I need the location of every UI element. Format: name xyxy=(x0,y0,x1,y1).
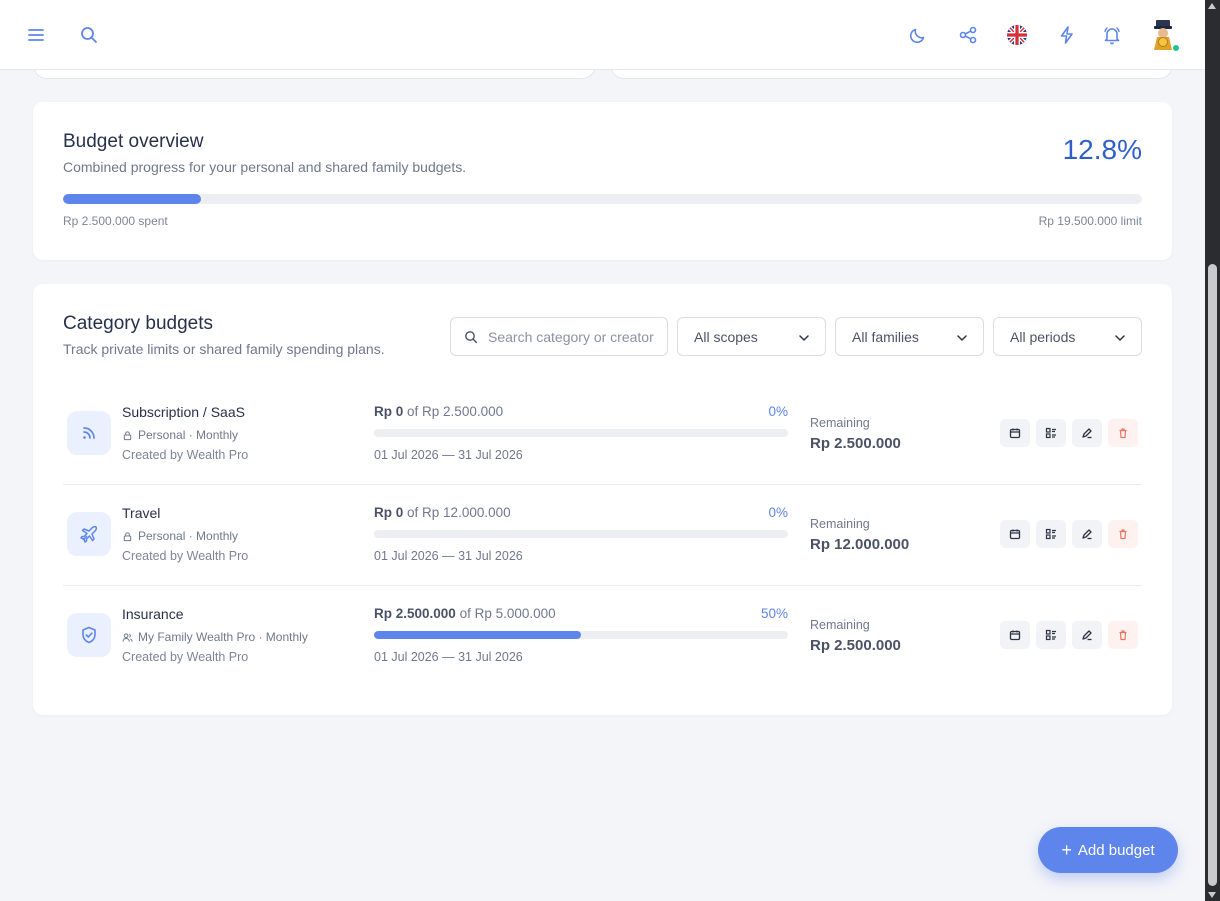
budget-percent: 0% xyxy=(768,404,788,419)
remaining-amount: Rp 2.500.000 xyxy=(810,435,901,452)
chevron-down-icon xyxy=(799,335,809,341)
plus-icon: + xyxy=(1061,840,1072,860)
remaining-label: Remaining xyxy=(810,618,870,632)
trash-icon[interactable] xyxy=(1108,419,1138,447)
add-budget-button[interactable]: + Add budget xyxy=(1038,827,1178,873)
scope-filter-select[interactable]: All scopes xyxy=(677,317,826,356)
trash-icon[interactable] xyxy=(1108,520,1138,548)
category-meta: Personal · Monthly xyxy=(122,428,238,442)
overview-title: Budget overview xyxy=(63,131,204,152)
calendar-icon[interactable] xyxy=(1000,621,1030,649)
category-scope-period: My Family Wealth Pro · Monthly xyxy=(138,630,308,644)
transactions-icon[interactable] xyxy=(1036,621,1066,649)
category-created-by: Created by Wealth Pro xyxy=(122,549,249,563)
budget-progress-track xyxy=(374,429,788,437)
category-scope-period: Personal · Monthly xyxy=(138,428,239,442)
category-scope-period: Personal · Monthly xyxy=(138,529,239,543)
budget-row: Travel Personal · Monthly Created by Wea… xyxy=(63,485,1142,586)
budget-row: Subscription / SaaS Personal · Monthly C… xyxy=(63,384,1142,485)
users-icon xyxy=(122,632,133,642)
remaining-label: Remaining xyxy=(810,517,870,531)
category-created-by: Created by Wealth Pro xyxy=(122,448,249,462)
category-name: Travel xyxy=(122,505,161,521)
category-meta: My Family Wealth Pro · Monthly xyxy=(122,630,308,644)
overview-progress-track xyxy=(63,194,1142,204)
budget-percent: 50% xyxy=(760,606,788,621)
transactions-icon[interactable] xyxy=(1036,520,1066,548)
calendar-icon[interactable] xyxy=(1000,520,1030,548)
family-filter-select[interactable]: All families xyxy=(835,317,984,356)
budget-period-dates: 01 Jul 2026 — 31 Jul 2026 xyxy=(374,650,523,664)
period-filter-value: All periods xyxy=(1010,329,1076,345)
overview-limit: Rp 19.500.000 limit xyxy=(1038,214,1142,228)
edit-icon[interactable] xyxy=(1072,520,1102,548)
category-name: Insurance xyxy=(122,606,184,622)
search-input[interactable] xyxy=(488,327,658,347)
total-amount: of Rp 12.000.000 xyxy=(407,505,511,520)
category-budgets-subtitle: Track private limits or shared family sp… xyxy=(63,341,385,357)
search-icon[interactable] xyxy=(75,21,103,49)
add-budget-label: Add budget xyxy=(1077,841,1155,859)
budget-amount: Rp 0 of Rp 12.000.000 xyxy=(374,505,511,520)
budget-amount: Rp 2.500.000 of Rp 5.000.000 xyxy=(374,606,556,621)
plane-icon xyxy=(67,512,111,556)
budget-progress-fill xyxy=(374,631,581,639)
category-budgets-card: Category budgets Track private limits or… xyxy=(33,284,1172,715)
spent-amount: Rp 0 xyxy=(374,505,404,520)
chevron-down-icon xyxy=(957,335,967,341)
remaining-label: Remaining xyxy=(810,416,870,430)
menu-icon[interactable] xyxy=(22,21,50,49)
budget-percent: 0% xyxy=(768,505,788,520)
budget-period-dates: 01 Jul 2026 — 31 Jul 2026 xyxy=(374,549,523,563)
shield-check-icon xyxy=(67,613,111,657)
category-name: Subscription / SaaS xyxy=(122,404,245,420)
rss-icon xyxy=(67,411,111,455)
transactions-icon[interactable] xyxy=(1036,419,1066,447)
overview-percent: 12.8% xyxy=(1062,134,1142,165)
calendar-icon[interactable] xyxy=(1000,419,1030,447)
budget-row: Insurance My Family Wealth Pro · Monthly… xyxy=(63,586,1142,687)
edit-icon[interactable] xyxy=(1072,419,1102,447)
total-amount: of Rp 2.500.000 xyxy=(407,404,504,419)
overview-subtitle: Combined progress for your personal and … xyxy=(63,159,467,175)
budget-amount: Rp 0 of Rp 2.500.000 xyxy=(374,404,503,419)
scroll-down-arrow[interactable] xyxy=(1208,892,1216,898)
lock-icon xyxy=(123,430,132,440)
category-budgets-title: Category budgets xyxy=(63,313,213,334)
bell-icon[interactable] xyxy=(1098,21,1126,49)
scroll-up-arrow[interactable] xyxy=(1208,3,1216,9)
edit-icon[interactable] xyxy=(1072,621,1102,649)
budget-period-dates: 01 Jul 2026 — 31 Jul 2026 xyxy=(374,448,523,462)
scope-filter-value: All scopes xyxy=(694,329,758,345)
category-search[interactable] xyxy=(450,317,668,356)
period-filter-select[interactable]: All periods xyxy=(993,317,1142,356)
overview-spent: Rp 2.500.000 spent xyxy=(63,214,168,228)
budget-progress-track xyxy=(374,530,788,538)
budget-overview-card: Budget overview Combined progress for yo… xyxy=(33,102,1172,260)
uk-flag-icon[interactable] xyxy=(1003,21,1031,49)
category-meta: Personal · Monthly xyxy=(122,529,238,543)
budget-progress-track xyxy=(374,631,788,639)
remaining-amount: Rp 2.500.000 xyxy=(810,637,901,654)
chevron-down-icon xyxy=(1115,335,1125,341)
spent-amount: Rp 2.500.000 xyxy=(374,606,456,621)
page-scrollbar[interactable] xyxy=(1205,0,1220,901)
spent-amount: Rp 0 xyxy=(374,404,404,419)
top-bar xyxy=(0,0,1205,70)
trash-icon[interactable] xyxy=(1108,621,1138,649)
category-created-by: Created by Wealth Pro xyxy=(122,650,249,664)
search-icon xyxy=(465,331,478,344)
remaining-amount: Rp 12.000.000 xyxy=(810,536,910,553)
online-status-dot xyxy=(1172,44,1180,52)
family-filter-value: All families xyxy=(852,329,919,345)
total-amount: of Rp 5.000.000 xyxy=(459,606,556,621)
moon-icon[interactable] xyxy=(904,21,932,49)
overview-progress-fill xyxy=(63,194,202,204)
share-icon[interactable] xyxy=(954,21,982,49)
lock-icon xyxy=(123,531,132,541)
scrollbar-thumb[interactable] xyxy=(1208,264,1217,886)
lightning-icon[interactable] xyxy=(1053,21,1081,49)
